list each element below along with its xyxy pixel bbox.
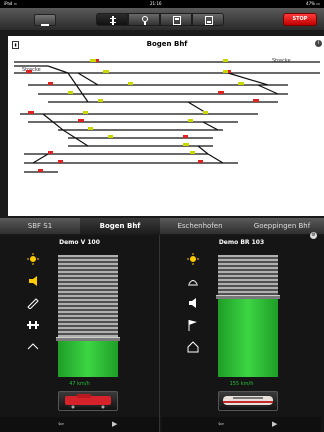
track-plan-panel: Bogen Bhf Strecke Strecke ▮ i — [8, 36, 324, 216]
flag-icon[interactable] — [186, 319, 200, 331]
headlight-icon[interactable] — [186, 253, 200, 265]
toolbar: STOP — [0, 8, 324, 30]
loco-image-left[interactable] — [58, 391, 118, 411]
speed-handle-left[interactable] — [56, 337, 120, 341]
cabin-light-icon[interactable] — [186, 275, 200, 287]
horn-icon[interactable] — [26, 297, 40, 309]
tab-station-3[interactable]: Eschenhofen — [160, 218, 240, 234]
tab-station-2[interactable]: Bogen Bhf — [80, 218, 160, 234]
loco-select-icon[interactable]: ▶ — [272, 420, 277, 428]
loco-image-right[interactable] — [218, 391, 278, 411]
speaker-icon[interactable] — [186, 297, 200, 309]
controller-right: Demo BR 103 ⚙ 155 km/h ⇦ ▶ — [162, 232, 321, 432]
loco-select-icon[interactable]: ▶ — [112, 420, 117, 428]
speed-slider-right[interactable] — [216, 255, 280, 377]
switch-icon — [173, 16, 181, 25]
controller-left: Demo V 100 47 km/h ⇦ ▶ — [0, 235, 160, 432]
status-right: 47% ▭ — [306, 1, 320, 6]
status-time: 21:16 — [150, 1, 162, 6]
bottom-bar-right: ⇦ ▶ — [162, 417, 321, 432]
speed-fill-left — [58, 340, 118, 377]
settings-icon[interactable]: ⚙ — [310, 232, 317, 239]
tab-layout-button[interactable] — [192, 13, 224, 26]
shunting-icon[interactable] — [26, 341, 40, 353]
home-icon[interactable] — [186, 341, 200, 353]
speed-fill-right — [218, 298, 278, 377]
speed-readout-left: 47 km/h — [69, 381, 90, 387]
headlight-icon[interactable] — [26, 253, 40, 265]
loco-controllers: Demo V 100 47 km/h ⇦ ▶ Demo BR 103 ⚙ 155… — [0, 232, 324, 432]
electric-loco-icon — [223, 396, 273, 407]
status-bar: iPad ≈ 21:16 47% ▭ — [0, 0, 324, 8]
sound-icon[interactable] — [26, 275, 40, 287]
direction-icon[interactable]: ⇦ — [218, 420, 224, 428]
station-tabs: SBF S1 Bogen Bhf Eschenhofen Goeppingen … — [0, 218, 324, 234]
tab-station-1[interactable]: SBF S1 — [0, 218, 80, 234]
bottom-bar-left: ⇦ ▶ — [0, 417, 159, 432]
status-left: iPad ≈ — [4, 1, 17, 6]
speed-readout-right: 155 km/h — [229, 381, 254, 387]
track-icon — [110, 16, 116, 25]
loco-name-right: Demo BR 103 — [218, 239, 265, 246]
stop-button[interactable]: STOP — [283, 13, 317, 26]
diesel-loco-icon — [65, 394, 111, 409]
loco-name-left: Demo V 100 — [59, 239, 100, 246]
coupler-icon[interactable] — [26, 319, 40, 331]
tab-switch-button[interactable] — [160, 13, 192, 26]
loco-icon — [142, 16, 148, 25]
menu-button[interactable] — [34, 14, 56, 26]
direction-icon[interactable]: ⇦ — [58, 420, 64, 428]
menu-icon — [41, 24, 49, 26]
track-diagram — [14, 59, 320, 173]
tab-loco-button[interactable] — [128, 13, 160, 26]
tab-track-button[interactable] — [96, 13, 128, 26]
speed-slider-left[interactable] — [56, 255, 120, 377]
layout-icon — [205, 16, 213, 25]
speed-handle-right[interactable] — [216, 295, 280, 299]
